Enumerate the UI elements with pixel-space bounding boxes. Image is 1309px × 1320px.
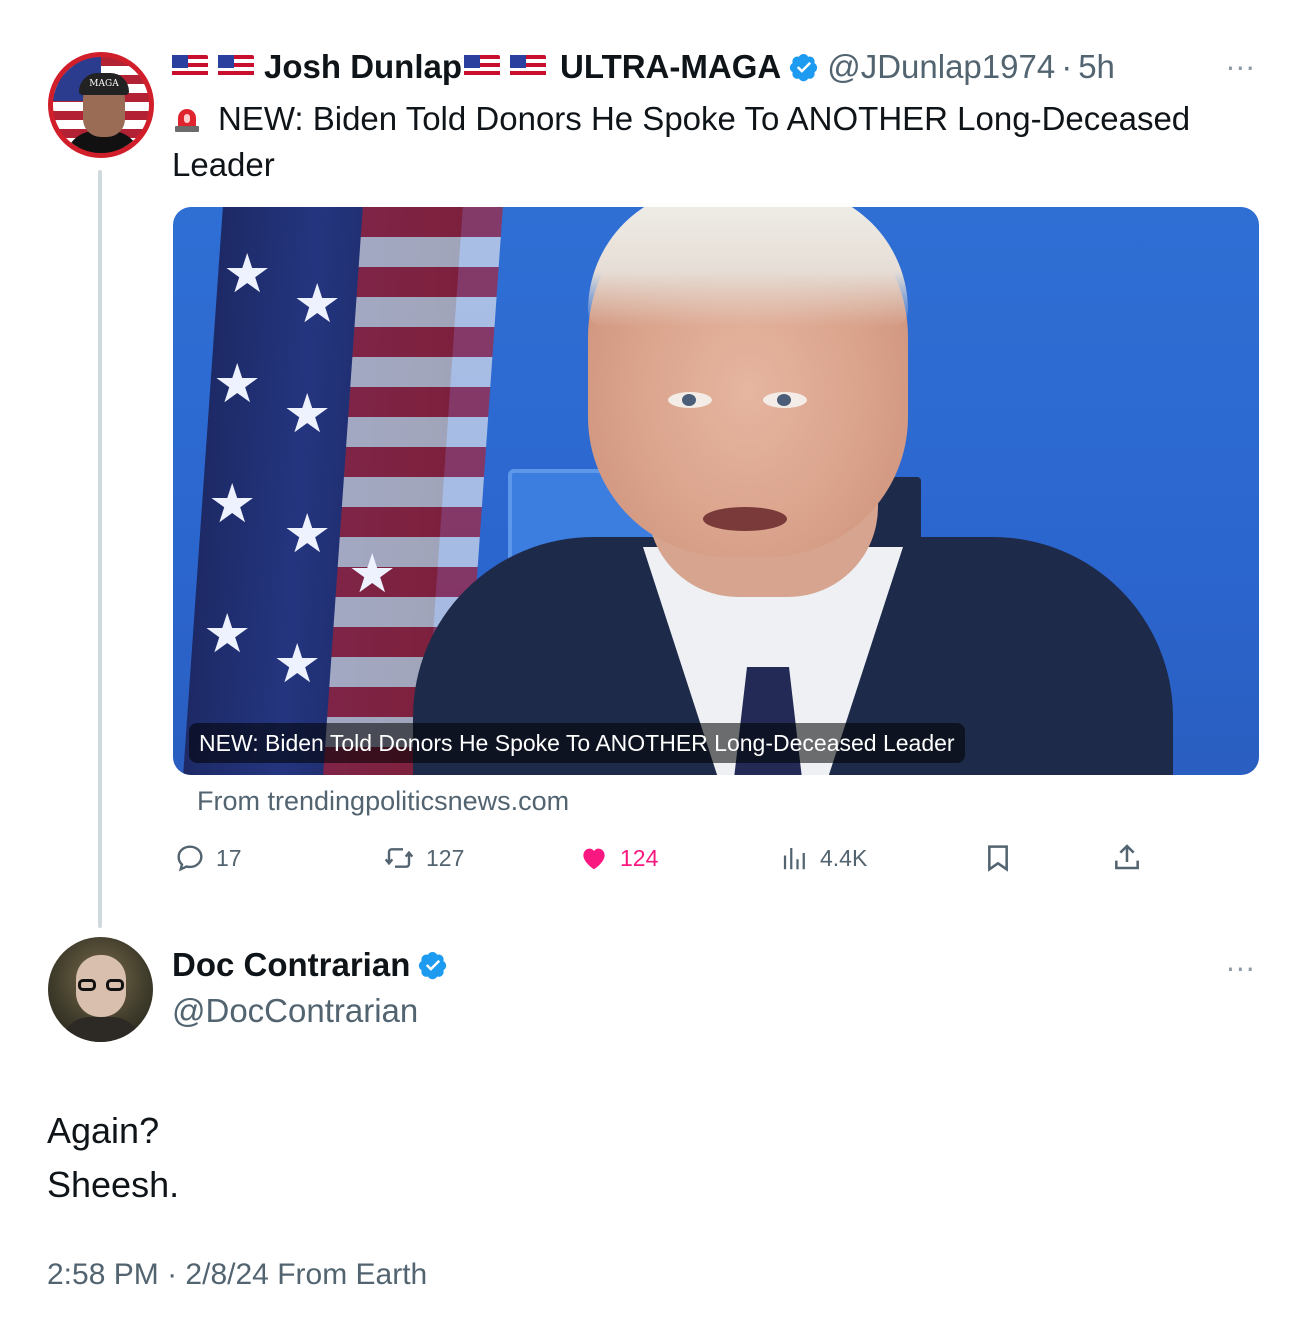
- flag-star-icon: ★: [223, 242, 272, 305]
- tweet-metadata: 2:58 PM · 2/8/24 From Earth: [47, 1258, 427, 1292]
- retweet-icon: [384, 848, 414, 868]
- avatar-suit: [60, 1017, 142, 1042]
- like-button[interactable]: 124: [578, 840, 658, 876]
- bookmark-button[interactable]: [982, 840, 1024, 876]
- person-eye: [668, 392, 712, 408]
- person-hair: [588, 207, 908, 327]
- retweet-count: 127: [426, 844, 465, 871]
- display-name[interactable]: Doc Contrarian: [172, 946, 410, 984]
- tweet-text: NEW: Biden Told Donors He Spoke To ANOTH…: [172, 96, 1252, 188]
- flag-star-icon: ★: [203, 602, 252, 665]
- views-button[interactable]: 4.4K: [780, 840, 867, 876]
- flag-star-icon: ★: [283, 502, 332, 565]
- like-count: 124: [620, 844, 659, 871]
- avatar-glasses: [78, 979, 124, 993]
- siren-emoji-icon: [175, 109, 199, 132]
- more-options-icon[interactable]: ···: [1226, 953, 1256, 986]
- tweet-source: From Earth: [277, 1258, 428, 1291]
- link-preview-card[interactable]: ★ ★ ★ ★ ★ ★ ★ ★ ★ NEW: Biden Told Donors…: [173, 207, 1259, 775]
- avatar-josh-dunlap[interactable]: MAGA: [48, 52, 154, 158]
- thread-connector-line: [98, 170, 102, 928]
- bookmark-icon: [988, 845, 1008, 872]
- us-flag-emoji-icon: [464, 55, 501, 79]
- display-name-part-1[interactable]: Josh Dunlap: [264, 48, 462, 86]
- tweet-time[interactable]: 2:58 PM: [47, 1258, 159, 1291]
- tweet-timestamp[interactable]: 5h: [1078, 48, 1115, 86]
- us-flag-emoji-icon: [218, 55, 254, 79]
- flag-star-icon: ★: [293, 272, 342, 335]
- flag-star-icon: ★: [348, 542, 397, 605]
- views-count: 4.4K: [820, 844, 868, 871]
- card-caption: NEW: Biden Told Donors He Spoke To ANOTH…: [189, 723, 965, 763]
- flag-star-icon: ★: [213, 352, 262, 415]
- us-flag-emoji-icon: [172, 55, 208, 79]
- avatar-image: MAGA: [53, 57, 149, 153]
- avatar-hat-text: MAGA: [79, 73, 129, 95]
- verified-badge-icon: [790, 54, 818, 82]
- reply-author-name: Doc Contrarian: [172, 946, 456, 984]
- meta-separator: ·: [167, 1258, 178, 1291]
- share-icon: [1115, 844, 1139, 870]
- flag-star-icon: ★: [283, 382, 332, 445]
- share-button[interactable]: [1111, 840, 1153, 876]
- person-eye: [763, 392, 807, 408]
- retweet-button[interactable]: 127: [382, 840, 464, 876]
- display-name-part-2[interactable]: ULTRA-MAGA: [560, 48, 781, 86]
- heart-icon: [583, 848, 605, 870]
- flag-star-icon: ★: [208, 472, 257, 535]
- reply-text-line: Sheesh.: [47, 1164, 180, 1205]
- reply-author-handle[interactable]: @DocContrarian: [172, 992, 418, 1030]
- more-options-icon[interactable]: ···: [1226, 52, 1256, 85]
- avatar-doc-contrarian[interactable]: [48, 937, 153, 1042]
- flag-star-icon: ★: [273, 632, 322, 695]
- reply-icon: [177, 845, 203, 872]
- reply-text: Again? Sheesh.: [47, 1104, 179, 1212]
- tweet-date[interactable]: 2/8/24: [185, 1258, 268, 1291]
- tweet-header: Josh Dunlap ULTRA-MAGA @JDunlap1974 · 5h: [172, 44, 1115, 90]
- card-source-link[interactable]: From trendingpoliticsnews.com: [197, 786, 569, 817]
- us-flag-emoji-icon: [510, 55, 547, 79]
- user-handle[interactable]: @JDunlap1974: [827, 48, 1055, 86]
- views-icon: [783, 848, 805, 870]
- person-mouth: [703, 507, 787, 531]
- time-separator: ·: [1061, 48, 1073, 85]
- reply-text-line: Again?: [47, 1110, 160, 1151]
- verified-badge-icon: [419, 952, 447, 980]
- reply-count: 17: [216, 844, 242, 871]
- reply-button[interactable]: 17: [174, 840, 242, 876]
- tweet-body: NEW: Biden Told Donors He Spoke To ANOTH…: [172, 100, 1191, 183]
